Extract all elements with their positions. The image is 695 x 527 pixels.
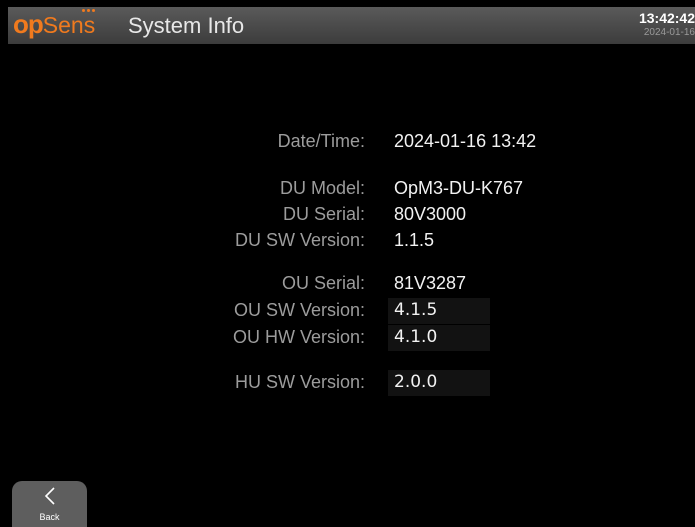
du-serial-value-box: 80V3000 — [388, 202, 490, 228]
back-button[interactable]: Back — [12, 481, 87, 527]
du-serial-value: 80V3000 — [394, 204, 467, 224]
logo-sens-label: Sens — [42, 12, 96, 38]
clock: 13:42:42 2024-01-16 — [639, 10, 695, 38]
row-du-model: DU Model: OpM3-DU-K767 — [0, 178, 695, 204]
du-sw-version-label: DU SW Version: — [234, 230, 365, 250]
row-ou-sw-version: OU SW Version: 4.1.5 — [0, 298, 695, 326]
du-sw-version-value: 1.1.5 — [394, 230, 435, 250]
ou-serial-value-box: 81V3287 — [388, 271, 490, 297]
ou-serial-value: 81V3287 — [394, 273, 467, 293]
row-du-sw-version: DU SW Version: 1.1.5 — [0, 230, 695, 256]
du-model-value: OpM3-DU-K767 — [394, 178, 524, 198]
ou-hw-version-value: 4.1.0 — [394, 327, 438, 347]
header-bar: op Sens System Info 13:42:42 2024-01-16 — [8, 7, 695, 44]
datetime-label: Date/Time: — [277, 131, 365, 151]
opsens-logo: op Sens — [13, 9, 96, 39]
ou-hw-version-value-box: 4.1.0 — [388, 325, 490, 351]
datetime-value: 2024-01-16 13:42 — [394, 131, 537, 151]
du-serial-label: DU Serial: — [282, 204, 365, 224]
row-datetime: Date/Time: 2024-01-16 13:42 — [0, 131, 695, 157]
logo-op-text: op — [13, 9, 44, 39]
ou-serial-label: OU Serial: — [281, 273, 365, 293]
hu-sw-version-value-box: 2.0.0 — [388, 370, 490, 396]
chevron-left-icon — [44, 487, 55, 505]
row-ou-hw-version: OU HW Version: 4.1.0 — [0, 325, 695, 353]
hu-sw-version-value: 2.0.0 — [394, 372, 438, 392]
clock-date: 2024-01-16 — [643, 27, 695, 38]
ou-hw-version-label: OU HW Version: — [232, 327, 365, 347]
logo-sens-text: Sens — [42, 9, 96, 39]
du-sw-version-value-box: 1.1.5 — [388, 228, 490, 254]
back-label: Back — [39, 512, 60, 522]
page-title: System Info — [128, 13, 245, 38]
row-ou-serial: OU Serial: 81V3287 — [0, 273, 695, 299]
logo-dots-icon — [82, 9, 96, 12]
datetime-value-box: 2024-01-16 13:42 — [388, 129, 536, 155]
row-hu-sw-version: HU SW Version: 2.0.0 — [0, 370, 695, 398]
row-du-serial: DU Serial: 80V3000 — [0, 204, 695, 230]
ou-sw-version-value-box: 4.1.5 — [388, 298, 490, 324]
ou-sw-version-value: 4.1.5 — [394, 300, 438, 320]
ou-sw-version-label: OU SW Version: — [233, 300, 365, 320]
hu-sw-version-label: HU SW Version: — [234, 372, 365, 392]
du-model-value-box: OpM3-DU-K767 — [388, 176, 523, 202]
clock-time: 13:42:42 — [638, 10, 695, 26]
du-model-label: DU Model: — [279, 178, 365, 198]
